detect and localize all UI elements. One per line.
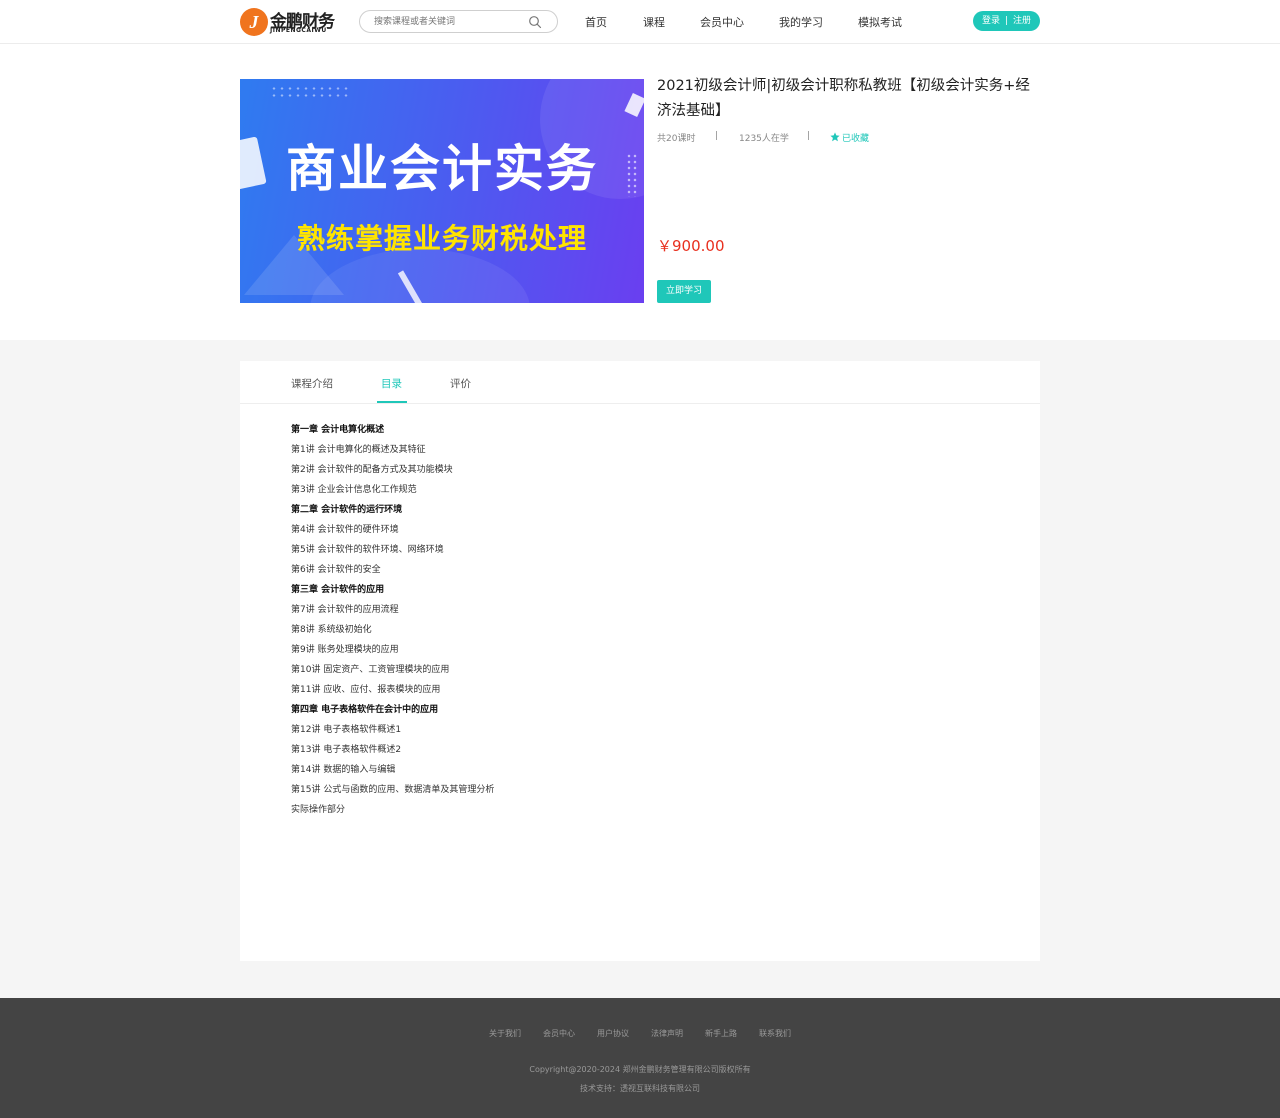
catalog-lesson[interactable]: 第2讲 会计软件的配备方式及其功能模块 [291, 462, 991, 482]
banner-dots [270, 85, 350, 99]
nav-home[interactable]: 首页 [585, 14, 607, 30]
catalog-lesson[interactable]: 第15讲 公式与函数的应用、数据清单及其管理分析 [291, 782, 991, 802]
catalog-lesson[interactable]: 第10讲 固定资产、工资管理模块的应用 [291, 662, 991, 682]
footer-link-contact[interactable]: 联系我们 [759, 1028, 791, 1039]
site-footer: 关于我们 会员中心 用户协议 法律声明 新手上路 联系我们 Copyright@2020-… [0, 998, 1280, 1118]
catalog-lesson[interactable]: 第4讲 会计软件的硬件环境 [291, 522, 991, 542]
favorite-label: 已收藏 [842, 134, 870, 144]
logo-subtext: JINPENGCAIWU [270, 27, 327, 34]
meta-separator: | [807, 131, 811, 141]
course-hero: 商业会计实务 熟练掌握业务财税处理 2021初级会计师|初级会计职称私教班【初级… [0, 44, 1280, 340]
footer-link-user-agreement[interactable]: 用户协议 [597, 1028, 629, 1039]
catalog-lesson[interactable]: 第13讲 电子表格软件概述2 [291, 742, 991, 762]
search-icon[interactable] [528, 15, 542, 29]
footer-link-about[interactable]: 关于我们 [489, 1028, 521, 1039]
catalog-chapter: 第一章 会计电算化概述 [291, 425, 385, 435]
auth-separator: | [1004, 16, 1009, 26]
catalog-lesson[interactable]: 第11讲 应收、应付、报表模块的应用 [291, 682, 991, 702]
tab-reviews[interactable]: 评价 [450, 376, 471, 391]
catalog-lesson[interactable]: 第9讲 账务处理模块的应用 [291, 642, 991, 662]
catalog-chapter: 第三章 会计软件的应用 [291, 585, 385, 595]
nav-mock-exam[interactable]: 模拟考试 [858, 14, 902, 30]
catalog-lesson[interactable]: 第12讲 电子表格软件概述1 [291, 722, 991, 742]
footer-copyright: Copyright@2020-2024 郑州金鹏财务管理有限公司版权所有 [529, 1065, 751, 1074]
nav-member-center[interactable]: 会员中心 [700, 14, 744, 30]
search-box [359, 10, 558, 33]
tab-intro[interactable]: 课程介绍 [291, 376, 333, 391]
catalog-lesson[interactable]: 第5讲 会计软件的软件环境、网络环境 [291, 542, 991, 562]
course-banner-image: 商业会计实务 熟练掌握业务财税处理 [240, 79, 644, 303]
catalog-lesson[interactable]: 第8讲 系统级初始化 [291, 622, 991, 642]
lesson-count: 共20课时 [657, 134, 696, 144]
active-tab-indicator [377, 401, 407, 403]
tab-catalog[interactable]: 目录 [381, 376, 402, 391]
auth-pill: 登录 | 注册 [973, 11, 1040, 31]
nav-courses[interactable]: 课程 [643, 14, 665, 30]
start-learning-button[interactable]: 立即学习 [657, 280, 711, 303]
footer-link-member-center[interactable]: 会员中心 [543, 1028, 575, 1039]
catalog-lesson[interactable]: 第3讲 企业会计信息化工作规范 [291, 482, 991, 502]
course-catalog-list: 第一章 会计电算化概述第1讲 会计电算化的概述及其特征 第2讲 会计软件的配备方式… [291, 422, 991, 822]
footer-tech-support: 技术支持：透视互联科技有限公司 [580, 1084, 700, 1093]
logo-mark-icon: J [240, 8, 268, 36]
footer-links: 关于我们 会员中心 用户协议 法律声明 新手上路 联系我们 [0, 1028, 1280, 1039]
register-link[interactable]: 注册 [1013, 11, 1031, 31]
catalog-lesson[interactable]: 第1讲 会计电算化的概述及其特征 [291, 442, 991, 462]
banner-subtitle: 熟练掌握业务财税处理 [296, 222, 587, 255]
catalog-lesson[interactable]: 第7讲 会计软件的应用流程 [291, 602, 991, 622]
course-title: 2021初级会计师|初级会计职称私教班【初级会计实务+经济法基础】 [657, 78, 1030, 119]
course-content-panel: 课程介绍 目录 评价 第一章 会计电算化概述第1讲 会计电算化的概述及其特征 第2… [240, 361, 1040, 961]
catalog-chapter: 第四章 电子表格软件在会计中的应用 [291, 705, 439, 715]
catalog-lesson[interactable]: 第14讲 数据的输入与编辑 [291, 762, 991, 782]
catalog-lesson[interactable]: 第6讲 会计软件的安全 [291, 562, 991, 582]
site-logo[interactable]: J 金鹏财务 JINPENGCAIWU [240, 7, 335, 37]
footer-link-legal[interactable]: 法律声明 [651, 1028, 683, 1039]
learner-count: 1235人在学 [739, 134, 789, 144]
course-price: ￥900.00 [657, 237, 725, 255]
footer-link-newbie-guide[interactable]: 新手上路 [705, 1028, 737, 1039]
banner-title: 商业会计实务 [286, 140, 598, 198]
meta-separator: | [715, 131, 719, 141]
nav-my-learning[interactable]: 我的学习 [779, 14, 823, 30]
star-icon [830, 132, 840, 142]
site-header: J 金鹏财务 JINPENGCAIWU 首页 课程 会员中心 我的学习 模拟考试… [0, 0, 1280, 44]
search-input[interactable] [374, 13, 524, 30]
favorite-toggle[interactable]: 已收藏 [830, 131, 869, 144]
catalog-chapter: 第二章 会计软件的运行环境 [291, 505, 403, 515]
course-tabs: 课程介绍 目录 评价 [240, 361, 1040, 404]
catalog-lesson[interactable]: 实际操作部分 [291, 802, 991, 822]
login-link[interactable]: 登录 [982, 11, 1000, 31]
